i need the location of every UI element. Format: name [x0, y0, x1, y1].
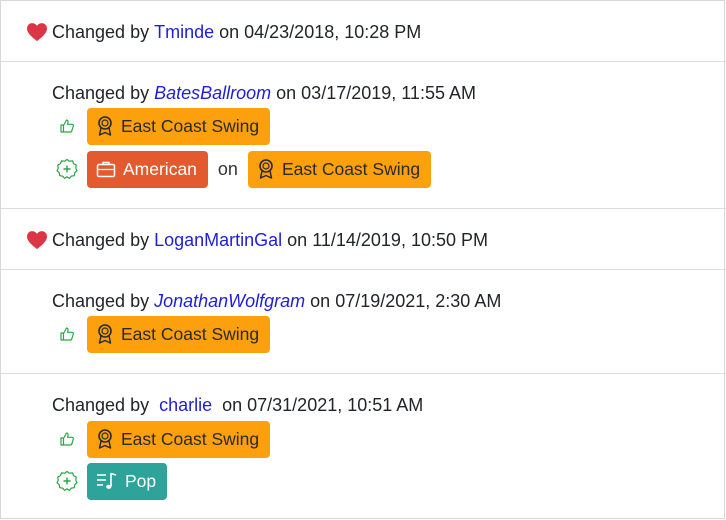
add-tag-icon	[56, 158, 78, 180]
dance-tag[interactable]: East Coast Swing	[87, 315, 271, 353]
divider	[1, 61, 726, 62]
dance-tag-label: East Coast Swing	[121, 115, 260, 136]
add-row: Pop	[56, 462, 168, 500]
changed-by-text: Changed by	[52, 21, 150, 42]
dance-tag-label: East Coast Swing	[281, 158, 421, 179]
user-link-loganmartingal[interactable]: LoganMartinGal	[154, 230, 282, 251]
dance-tag[interactable]: East Coast Swing	[87, 107, 271, 145]
music-note-icon	[97, 472, 117, 489]
add-row: American on East Coast Swing	[56, 150, 432, 188]
award-icon	[259, 159, 273, 179]
thumbs-up-icon	[56, 323, 78, 345]
divider	[1, 373, 726, 374]
style-tag-label: American	[123, 158, 197, 179]
dance-tag-label: East Coast Swing	[121, 323, 260, 344]
on-text: on	[222, 394, 243, 415]
thumbs-up-icon	[56, 428, 78, 450]
thumbs-up-icon	[56, 115, 78, 137]
award-icon	[98, 116, 112, 136]
on-text: on	[219, 21, 240, 42]
on-text: on	[310, 290, 331, 311]
timestamp: 07/19/2021, 2:30 AM	[335, 290, 502, 311]
on-text: on	[287, 229, 308, 250]
divider	[1, 269, 726, 270]
timestamp: 04/23/2018, 10:28 PM	[244, 21, 422, 42]
music-tag-label: Pop	[125, 470, 157, 491]
change-entry-4-header: Changed by JonathanWolfgram on 07/19/202…	[52, 287, 501, 315]
award-icon	[98, 429, 112, 449]
timestamp: 07/31/2021, 10:51 AM	[247, 394, 424, 415]
add-tag-icon	[56, 470, 78, 492]
like-row: East Coast Swing	[56, 420, 271, 458]
user-link-tminde[interactable]: Tminde	[154, 22, 214, 43]
dance-tag-label: East Coast Swing	[121, 428, 260, 449]
user-link-jonathanwolfgram[interactable]: JonathanWolfgram	[154, 291, 305, 312]
music-tag[interactable]: Pop	[87, 462, 168, 500]
change-entry-5-header: Changed by charlie on 07/31/2021, 10:51 …	[52, 391, 423, 419]
timestamp: 11/14/2019, 10:50 PM	[312, 229, 488, 250]
timestamp: 03/17/2019, 11:55 AM	[301, 82, 476, 103]
like-row: East Coast Swing	[56, 315, 271, 353]
award-icon	[98, 324, 112, 344]
changed-by-text: Changed by	[52, 229, 150, 250]
changed-by-text: Changed by	[52, 82, 150, 103]
user-link-batesballroom[interactable]: BatesBallroom	[154, 83, 271, 104]
change-entry-1-header: Changed by Tminde on 04/23/2018, 10:28 P…	[26, 18, 421, 46]
dance-tag[interactable]: East Coast Swing	[87, 420, 271, 458]
on-text: on	[217, 158, 238, 179]
style-tag[interactable]: American	[87, 150, 208, 188]
divider	[1, 208, 726, 209]
change-entry-2-header: Changed by BatesBallroom on 03/17/2019, …	[52, 79, 476, 107]
heart-icon	[27, 231, 47, 250]
briefcase-icon	[96, 161, 116, 178]
like-row: East Coast Swing	[56, 107, 271, 145]
changed-by-text: Changed by	[52, 290, 150, 311]
change-entry-3-header: Changed by LoganMartinGal on 11/14/2019,…	[26, 226, 488, 254]
user-link-charlie[interactable]: charlie	[159, 395, 212, 416]
on-text: on	[276, 82, 297, 103]
heart-icon	[27, 23, 47, 42]
dance-tag[interactable]: East Coast Swing	[247, 150, 432, 188]
changed-by-text: Changed by	[52, 394, 150, 415]
